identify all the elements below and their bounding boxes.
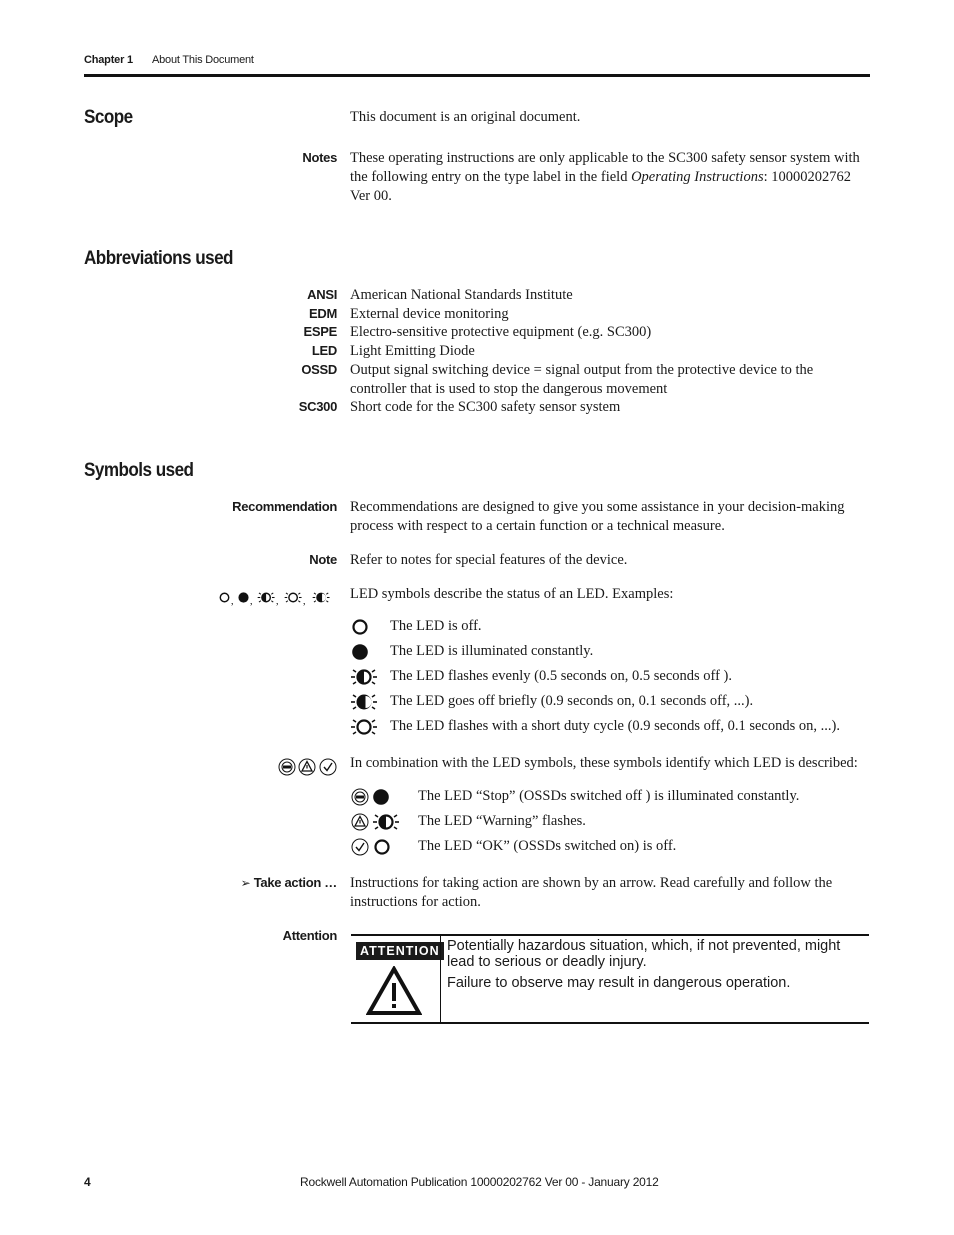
led-flash-even-icon xyxy=(258,593,275,602)
abbreviation-value: Output signal switching device = signal … xyxy=(350,362,814,397)
notes-text: These operating instructions are only ap… xyxy=(350,149,870,205)
led-example-text: The LED flashes evenly (0.5 seconds on, … xyxy=(390,668,733,684)
abbreviation-value: External device monitoring xyxy=(350,306,509,322)
svg-text:,: , xyxy=(276,596,279,607)
attention-label: Attention xyxy=(282,928,338,943)
warning-triangle-icon xyxy=(366,966,422,1015)
recommendation-text: Recommendations are designed to give you… xyxy=(350,499,845,534)
combo-text: The LED “Stop” (OSSDs switched off ) is … xyxy=(418,788,800,804)
abbreviation-value: American National Standards Institute xyxy=(350,287,573,303)
abbreviation-key: LED xyxy=(311,343,337,358)
led-example-text: The LED flashes with a short duty cycle … xyxy=(390,718,840,734)
page-number: 4 xyxy=(84,1175,91,1189)
attention-text-1: Potentially hazardous situation, which, … xyxy=(447,938,841,970)
symbols-heading: Symbols used xyxy=(84,460,194,481)
abbreviation-key: ANSI xyxy=(307,287,337,302)
scope-intro: This document is an original document. xyxy=(350,109,581,125)
led-identifier-legend xyxy=(277,757,339,777)
warning-icon xyxy=(298,758,316,776)
led-short-duty-icon xyxy=(285,593,302,602)
warning-icon xyxy=(351,813,369,831)
abbreviation-key: SC300 xyxy=(298,399,338,414)
attention-text-2: Failure to observe may result in dangero… xyxy=(447,975,791,991)
attention-badge: ATTENTION xyxy=(356,942,444,960)
combo-intro: In combination with the LED symbols, the… xyxy=(350,755,858,771)
attention-box: ATTENTION Potentially hazardous situatio… xyxy=(351,934,869,1024)
abbreviations-heading: Abbreviations used xyxy=(84,248,234,269)
scope-heading: Scope xyxy=(84,107,133,128)
arrow-icon: ➢ xyxy=(240,876,251,890)
svg-text:,: , xyxy=(303,596,306,607)
led-off-icon xyxy=(374,839,390,855)
led-intro: LED symbols describe the status of an LE… xyxy=(350,586,674,602)
combo-text: The LED “OK” (OSSDs switched on) is off. xyxy=(418,838,677,854)
take-action-label-text: Take action … xyxy=(253,875,338,890)
note-text: Refer to notes for special features of t… xyxy=(350,552,628,568)
abbreviation-value: Short code for the SC300 safety sensor s… xyxy=(350,399,621,415)
led-example-text: The LED is illuminated constantly. xyxy=(390,643,594,659)
led-off-icon xyxy=(219,592,230,603)
svg-text:,: , xyxy=(250,596,253,607)
svg-text:,: , xyxy=(231,596,234,607)
led-off-icon xyxy=(352,619,368,635)
led-off-briefly-icon xyxy=(313,593,330,603)
led-on-icon xyxy=(373,789,389,805)
led-example-text: The LED is off. xyxy=(390,618,482,634)
led-flash-even-icon xyxy=(351,670,377,684)
attention-divider xyxy=(440,936,441,1022)
header-rule xyxy=(84,74,870,77)
stop-icon xyxy=(351,788,369,806)
notes-italic: Operating Instructions xyxy=(631,168,764,185)
abbreviation-value: Light Emitting Diode xyxy=(350,343,475,359)
abbreviation-key: OSSD xyxy=(301,362,337,377)
led-off-briefly-icon xyxy=(351,695,377,710)
ok-check-icon xyxy=(351,838,369,856)
chapter-title: About This Document xyxy=(152,54,254,66)
abbreviation-value: Electro-sensitive protective equipment (… xyxy=(350,324,652,340)
led-on-icon xyxy=(238,592,249,603)
chapter-label: Chapter 1 xyxy=(84,54,133,66)
abbreviation-key: EDM xyxy=(309,306,337,321)
led-symbol-legend: , , , , xyxy=(218,589,338,607)
led-flash-even-icon xyxy=(373,815,399,829)
take-action-label: ➢ Take action … xyxy=(240,875,338,890)
publication-info: Rockwell Automation Publication 10000202… xyxy=(300,1175,659,1189)
abbreviation-key: ESPE xyxy=(303,324,338,339)
ok-check-icon xyxy=(319,758,337,776)
recommendation-label: Recommendation xyxy=(232,499,337,514)
stop-icon xyxy=(278,758,296,776)
notes-label: Notes xyxy=(302,150,337,165)
note-label: Note xyxy=(309,552,337,567)
combo-text: The LED “Warning” flashes. xyxy=(418,813,586,829)
led-short-duty-icon xyxy=(351,720,377,734)
led-on-icon xyxy=(352,644,368,660)
led-example-text: The LED goes off briefly (0.9 seconds on… xyxy=(390,693,754,709)
take-action-text: Instructions for taking action are shown… xyxy=(350,875,833,910)
